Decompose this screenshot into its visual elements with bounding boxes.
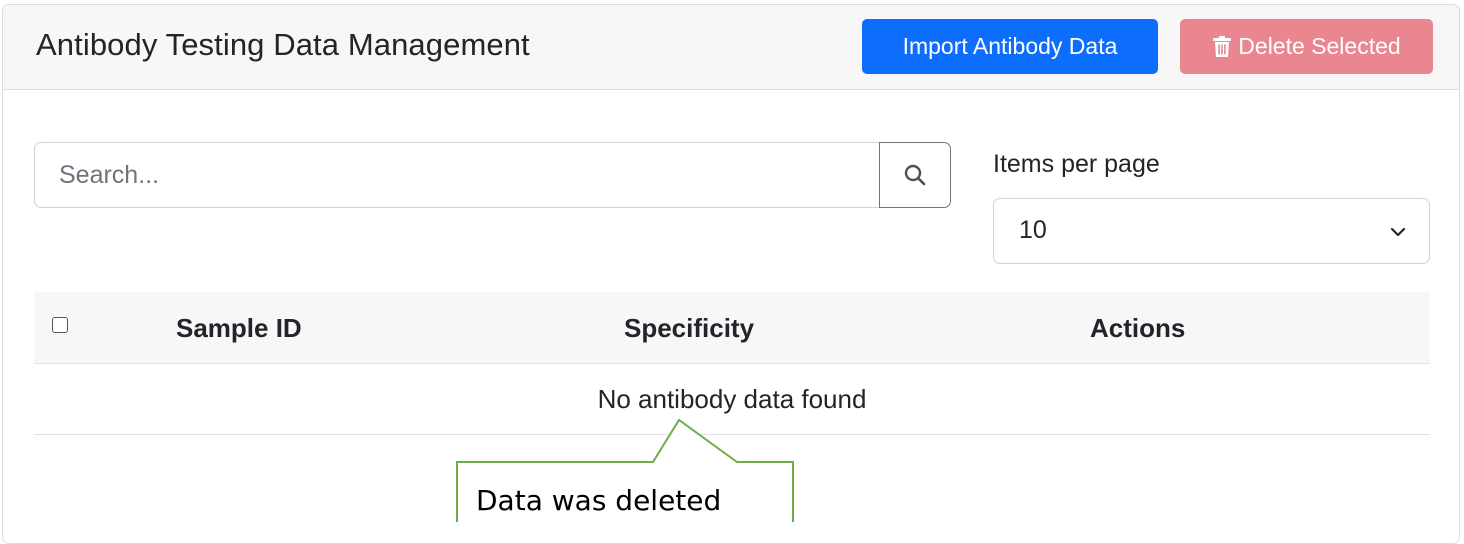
antibody-data-card: Antibody Testing Data Management Import … xyxy=(2,4,1460,544)
search-input[interactable] xyxy=(34,142,879,208)
items-per-page-select[interactable]: 10 xyxy=(993,198,1430,264)
delete-selected-button[interactable]: Delete Selected xyxy=(1180,19,1433,74)
card-header: Antibody Testing Data Management Import … xyxy=(3,5,1459,90)
items-per-page-value: 10 xyxy=(1019,216,1047,244)
import-button-label: Import Antibody Data xyxy=(902,33,1118,59)
search-button[interactable] xyxy=(879,142,951,208)
column-header-sample-id[interactable]: Sample ID xyxy=(176,313,302,344)
column-header-specificity[interactable]: Specificity xyxy=(624,313,754,344)
table-header-row: Sample ID Specificity Actions xyxy=(34,292,1430,364)
trash-icon xyxy=(1213,35,1232,57)
annotation-text: Data was deleted xyxy=(476,484,722,517)
import-antibody-data-button[interactable]: Import Antibody Data xyxy=(862,19,1158,74)
delete-button-label: Delete Selected xyxy=(1238,33,1401,59)
chevron-down-icon xyxy=(1390,227,1406,237)
items-per-page-label: Items per page xyxy=(993,150,1160,178)
empty-state-message: No antibody data found xyxy=(597,384,867,414)
search-icon xyxy=(904,164,926,186)
table-empty-row: No antibody data found xyxy=(34,364,1430,435)
select-all-checkbox[interactable] xyxy=(52,317,68,333)
page-title: Antibody Testing Data Management xyxy=(36,27,530,62)
column-header-actions: Actions xyxy=(1090,313,1186,343)
search-group xyxy=(34,142,951,208)
